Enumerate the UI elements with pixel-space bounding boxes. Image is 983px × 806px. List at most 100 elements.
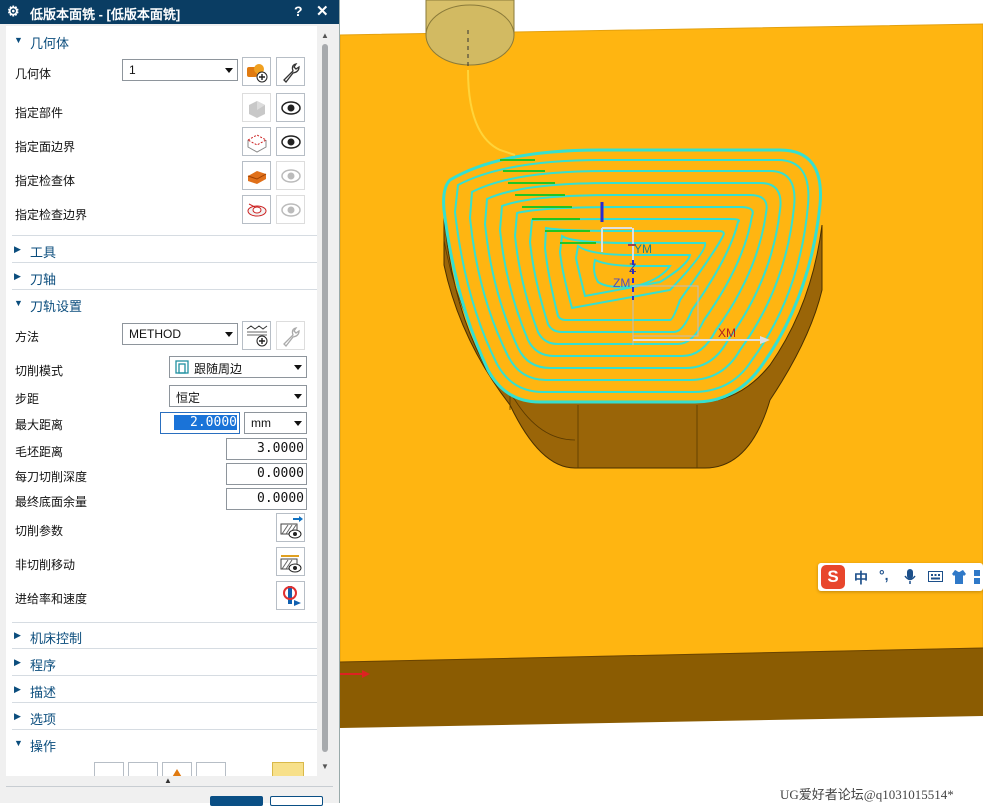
- skin-shirt-icon[interactable]: [951, 569, 967, 585]
- close-button[interactable]: ✕: [316, 2, 329, 20]
- dialog-content: ▼ 几何体 几何体 1 指定部件 指定面边界 指定检查体 指定检查边界 ▶ 工具…: [6, 26, 317, 776]
- chevron-right-icon: ▶: [14, 244, 21, 254]
- chevron-down-icon: [294, 421, 302, 426]
- chevron-down-icon: ▼: [14, 298, 23, 308]
- final-floor-stock-input[interactable]: 0.0000: [226, 488, 307, 510]
- specify-check-boundary-button[interactable]: [242, 195, 271, 224]
- verify-button[interactable]: [162, 762, 192, 776]
- svg-text:YM: YM: [634, 242, 652, 256]
- face-milling-dialog: ⚙ 低版本面铣 - [低版本面铣] ? ✕ ▼ 几何体 几何体 1 指定部件 指…: [0, 0, 340, 806]
- new-geometry-button[interactable]: [242, 57, 271, 86]
- check-boundary-icon: [247, 203, 267, 217]
- depth-per-cut-label: 每刀切削深度: [15, 470, 88, 484]
- dialog-titlebar[interactable]: ⚙ 低版本面铣 - [低版本面铣] ? ✕: [0, 0, 339, 24]
- blank-distance-input[interactable]: 3.0000: [226, 438, 307, 460]
- ok-button[interactable]: [210, 796, 263, 806]
- section-tool-axis[interactable]: ▶ 刀轴: [12, 267, 212, 289]
- divider: [12, 729, 317, 730]
- gear-icon[interactable]: ⚙: [7, 3, 20, 20]
- divider: [12, 262, 317, 263]
- microphone-icon[interactable]: [904, 569, 916, 585]
- chevron-down-icon: ▼: [14, 738, 23, 748]
- face-boundary-icon: [246, 134, 268, 153]
- section-geometry[interactable]: ▼ 几何体: [12, 31, 212, 53]
- section-actions[interactable]: ▼ 操作: [12, 734, 212, 756]
- scroll-up-icon[interactable]: ▲: [321, 31, 329, 40]
- section-program[interactable]: ▶ 程序: [12, 653, 212, 675]
- specify-face-boundary-button[interactable]: [242, 127, 271, 156]
- section-path-settings[interactable]: ▼ 刀轨设置: [12, 294, 212, 316]
- cutting-params-button[interactable]: [276, 513, 305, 542]
- show-face-boundary-button[interactable]: [276, 127, 305, 156]
- chevron-down-icon: [225, 332, 233, 337]
- show-check-body-button[interactable]: [276, 161, 305, 190]
- chevron-right-icon: ▶: [14, 684, 21, 694]
- cut-pattern-select[interactable]: 跟随周边: [169, 356, 307, 378]
- sogou-logo-icon[interactable]: S: [821, 565, 845, 589]
- show-check-boundary-button[interactable]: [276, 195, 305, 224]
- toolbox-icon[interactable]: [973, 569, 983, 585]
- final-floor-stock-label: 最终底面余量: [15, 495, 88, 509]
- specify-part-label: 指定部件: [15, 106, 64, 120]
- divider: [12, 235, 317, 236]
- method-select[interactable]: METHOD: [122, 323, 238, 345]
- lock-button[interactable]: [272, 762, 304, 776]
- geometry-select[interactable]: 1: [122, 59, 238, 81]
- show-part-button[interactable]: [276, 93, 305, 122]
- non-cutting-moves-button[interactable]: [276, 547, 305, 576]
- method-label: 方法: [15, 330, 40, 344]
- chevron-down-icon: [225, 68, 233, 73]
- ime-punct-indicator[interactable]: °,: [879, 567, 889, 583]
- eye-icon: [281, 135, 301, 149]
- follow-periphery-icon: [175, 360, 189, 374]
- section-machine-control[interactable]: ▶ 机床控制: [12, 626, 212, 648]
- cancel-button[interactable]: [270, 796, 323, 806]
- stepover-label: 步距: [15, 392, 40, 406]
- specify-check-boundary-label: 指定检查边界: [15, 208, 88, 222]
- geometry-label: 几何体: [15, 67, 52, 81]
- non-cutting-moves-icon: [280, 555, 302, 573]
- new-method-button[interactable]: [242, 321, 271, 350]
- cut-pattern-label: 切削模式: [15, 364, 64, 378]
- feeds-speeds-label: 进给率和速度: [15, 592, 88, 606]
- cutting-params-label: 切削参数: [15, 524, 64, 538]
- section-tool[interactable]: ▶ 工具: [12, 240, 212, 262]
- dialog-scrollbar[interactable]: ▲ ▼: [319, 26, 331, 776]
- divider: [6, 786, 333, 787]
- svg-text:ZM: ZM: [613, 276, 630, 290]
- svg-text:Z: Z: [629, 261, 636, 275]
- graphics-viewport[interactable]: YM XM ZM Z: [340, 0, 983, 803]
- section-description[interactable]: ▶ 描述: [12, 680, 212, 702]
- ime-mode-indicator[interactable]: 中: [854, 568, 868, 588]
- replay-button[interactable]: [128, 762, 158, 776]
- specify-check-body-button[interactable]: [242, 161, 271, 190]
- divider: [12, 289, 317, 290]
- scroll-down-icon[interactable]: ▼: [321, 762, 329, 771]
- list-button[interactable]: [196, 762, 226, 776]
- eye-icon: [281, 203, 301, 217]
- edit-geometry-button[interactable]: [276, 57, 305, 86]
- chevron-right-icon: ▶: [14, 271, 21, 281]
- cutting-params-icon: [280, 516, 303, 539]
- specify-face-boundary-label: 指定面边界: [15, 140, 76, 154]
- chevron-right-icon: ▶: [14, 630, 21, 640]
- max-distance-input[interactable]: 2.0000: [160, 412, 240, 434]
- chevron-down-icon: [294, 394, 302, 399]
- collapse-triangle-icon[interactable]: ▲: [164, 776, 172, 785]
- section-options[interactable]: ▶ 选项: [12, 707, 212, 729]
- depth-per-cut-input[interactable]: 0.0000: [226, 463, 307, 485]
- specify-part-button[interactable]: [242, 93, 271, 122]
- feeds-speeds-button[interactable]: [276, 581, 305, 610]
- eye-icon: [281, 169, 301, 183]
- scroll-thumb[interactable]: [322, 44, 328, 752]
- edit-method-button[interactable]: [276, 321, 305, 350]
- eye-icon: [281, 101, 301, 115]
- chevron-down-icon: [294, 365, 302, 370]
- forum-watermark: UG爱好者论坛@q1031015514*: [780, 787, 954, 802]
- stepover-select[interactable]: 恒定: [169, 385, 307, 407]
- keyboard-icon[interactable]: [928, 571, 943, 582]
- ime-toolbar[interactable]: S 中 °,: [818, 563, 983, 591]
- generate-button[interactable]: [94, 762, 124, 776]
- help-button[interactable]: ?: [294, 3, 303, 19]
- max-distance-unit-select[interactable]: mm: [244, 412, 307, 434]
